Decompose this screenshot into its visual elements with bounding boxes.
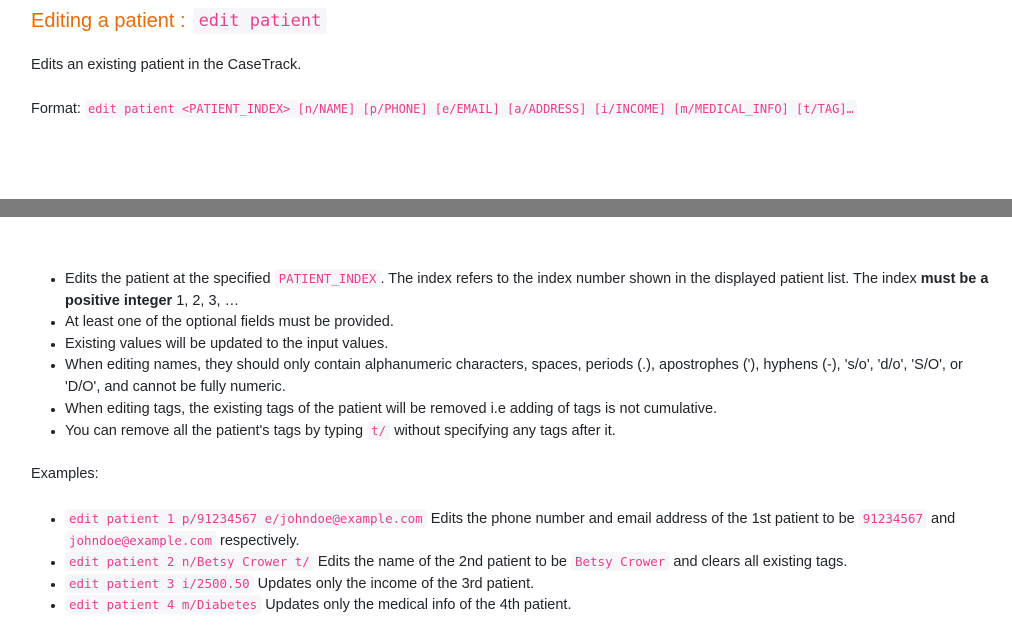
- list-item: edit patient 1 p/91234567 e/johndoe@exam…: [65, 509, 1012, 552]
- example-command: edit patient 3 i/2500.50: [65, 573, 254, 593]
- list-item: Edits the patient at the specified PATIE…: [65, 268, 1012, 312]
- list-item: When editing tags, the existing tags of …: [65, 399, 1012, 421]
- example-command: edit patient 1 p/91234567 e/johndoe@exam…: [65, 509, 427, 528]
- list-item: edit patient 3 i/2500.50 Updates only th…: [65, 573, 1012, 596]
- list-item: edit patient 4 m/Diabetes Updates only t…: [65, 595, 1012, 617]
- list-item: You can remove all the patient's tags by…: [65, 420, 1012, 443]
- list-item: When editing names, they should only con…: [65, 355, 1012, 398]
- list-item: Existing values will be updated to the i…: [65, 334, 1012, 356]
- examples-label: Examples:: [31, 466, 99, 482]
- inline-code: Betsy Crower: [570, 552, 670, 572]
- list-item: At least one of the optional fields must…: [65, 312, 1012, 334]
- format-syntax: edit patient <PATIENT_INDEX> [n/NAME] [p…: [84, 100, 857, 118]
- heading-text: Editing a patient :: [31, 9, 186, 32]
- examples-list: edit patient 1 p/91234567 e/johndoe@exam…: [0, 509, 1012, 617]
- heading-command: edit patient: [192, 8, 328, 34]
- notes-list: Edits the patient at the specified PATIE…: [0, 268, 1012, 443]
- inline-code: PATIENT_INDEX: [274, 269, 381, 288]
- section-heading: Editing a patient : edit patient: [31, 8, 328, 34]
- format-line: Format: edit patient <PATIENT_INDEX> [n/…: [31, 100, 857, 118]
- inline-code: johndoe@example.com: [65, 530, 216, 550]
- section-divider: [0, 199, 1012, 217]
- inline-code: t/: [367, 421, 391, 441]
- inline-code: 91234567: [858, 509, 927, 528]
- example-command: edit patient 2 n/Betsy Crower t/: [65, 552, 314, 572]
- list-item: edit patient 2 n/Betsy Crower t/ Edits t…: [65, 552, 1012, 574]
- intro-text: Edits an existing patient in the CaseTra…: [31, 57, 302, 73]
- format-label: Format:: [31, 101, 81, 117]
- example-command: edit patient 4 m/Diabetes: [65, 595, 262, 615]
